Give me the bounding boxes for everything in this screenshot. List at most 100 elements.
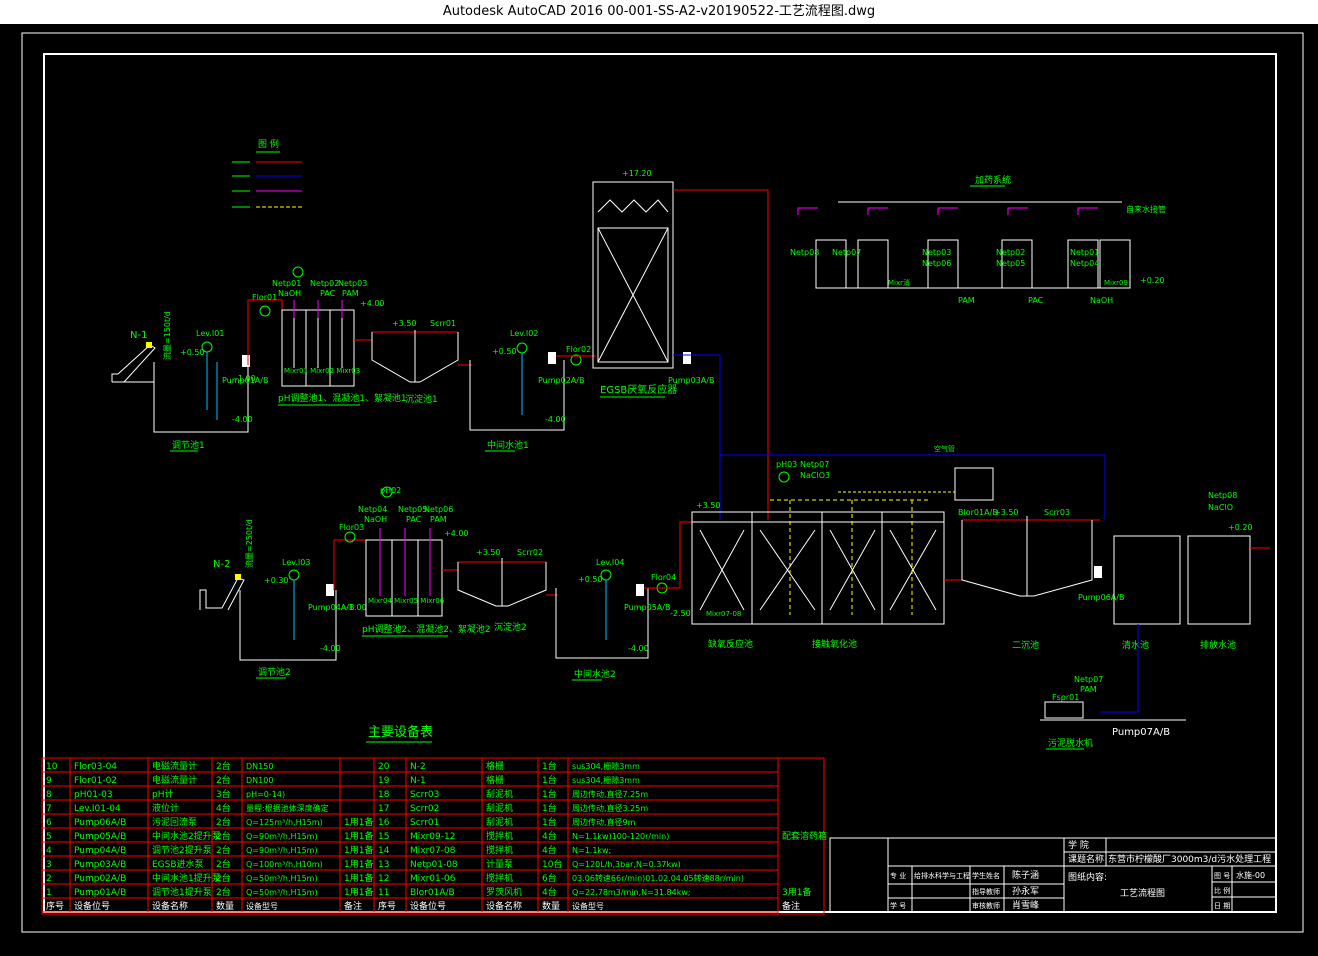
table-cell: 1台 <box>542 788 557 800</box>
blower-icon <box>954 467 994 501</box>
svg-text:清水池: 清水池 <box>1122 639 1149 651</box>
svg-text:PAM: PAM <box>430 515 447 524</box>
table-cell: 8 <box>46 790 52 800</box>
svg-text:pH调整池2、混凝池2、絮凝池2: pH调整池2、混凝池2、絮凝池2 <box>362 623 491 635</box>
svg-text:Blor01A/B: Blor01A/B <box>958 508 998 517</box>
svg-text:课题名称: 课题名称 <box>1068 853 1104 865</box>
svg-text:NaOH: NaOH <box>364 515 387 524</box>
svg-text:Netp06: Netp06 <box>922 259 951 268</box>
table-header-cell: 序号 <box>46 900 64 912</box>
table-cell: 2台 <box>216 774 231 786</box>
table-cell: 配套溶药箱 <box>782 830 827 842</box>
svg-text:Pump06A/B: Pump06A/B <box>1078 593 1124 602</box>
table-cell: Q=120L/h,3bar,N=0.37kw) <box>572 860 681 869</box>
table-cell: 量程:根据池体深度确定 <box>246 803 329 813</box>
table-cell: Q=90m³/h,H15m) <box>246 832 318 841</box>
svg-text:加药系统: 加药系统 <box>975 174 1011 186</box>
svg-text:工艺流程图: 工艺流程图 <box>1120 887 1165 899</box>
svg-text:+4.00: +4.00 <box>360 299 385 308</box>
table-cell: sus304,栅隙3mm <box>572 761 640 771</box>
svg-text:Flor03: Flor03 <box>339 523 364 532</box>
svg-text:+3.50: +3.50 <box>696 501 721 510</box>
svg-text:Pump03A/B: Pump03A/B <box>668 376 714 385</box>
drawing-canvas[interactable]: 图 例 N-1 流量=150t/d +0.50 -1.00 -4.00 调节池1… <box>0 24 1318 952</box>
svg-text:-4.00: -4.00 <box>628 644 649 653</box>
table-cell: pH=0-14) <box>246 790 285 799</box>
table-cell: Pump02A/B <box>74 874 126 884</box>
tank-mid1: 中间水池1 <box>487 439 529 451</box>
table-header-cell: 设备位号 <box>74 900 110 912</box>
table-cell: 搅拌机 <box>486 844 513 856</box>
svg-text:-4.00: -4.00 <box>545 415 566 424</box>
svg-text:PAM: PAM <box>958 296 975 305</box>
svg-text:Netp05: Netp05 <box>398 505 427 514</box>
svg-text:-4.00: -4.00 <box>320 644 341 653</box>
table-cell: Pump04A/B <box>74 846 126 856</box>
table-cell: Flor03-04 <box>74 762 117 772</box>
tank-collect1: 调节池1 <box>172 439 205 451</box>
table-cell: 2台 <box>216 872 231 884</box>
svg-text:孙永军: 孙永军 <box>1012 885 1039 897</box>
table-cell: Scrr02 <box>410 804 439 814</box>
svg-text:指导教师: 指导教师 <box>972 887 1000 896</box>
table-cell: 7 <box>46 804 52 814</box>
svg-text:Mixr09: Mixr09 <box>1104 279 1128 287</box>
table-cell: 19 <box>378 776 390 786</box>
table-cell: 1用1备 <box>344 858 373 870</box>
table-cell: 5 <box>46 832 52 842</box>
svg-text:学 号: 学 号 <box>890 901 906 910</box>
table-cell: 4台 <box>542 830 557 842</box>
svg-text:Mixr07-08: Mixr07-08 <box>706 610 741 618</box>
table-cell: Pump03A/B <box>74 860 126 870</box>
table-cell: Mixr07-08 <box>410 846 456 856</box>
table-cell: 16 <box>378 818 390 828</box>
table-cell: 1 <box>46 888 52 898</box>
svg-text:PAC: PAC <box>406 515 422 524</box>
svg-text:空气管: 空气管 <box>934 444 955 453</box>
svg-text:Netp03: Netp03 <box>338 279 367 288</box>
svg-text:Flor02: Flor02 <box>566 345 591 354</box>
svg-text:-4.00: -4.00 <box>232 415 253 424</box>
svg-text:Netp07: Netp07 <box>800 460 829 469</box>
svg-text:PAC: PAC <box>1028 296 1044 305</box>
table-cell: 周边传动,直径9m <box>572 817 636 827</box>
svg-text:审核教师: 审核教师 <box>972 901 1000 910</box>
svg-text:-2.50: -2.50 <box>670 609 691 618</box>
table-cell: 4台 <box>216 802 231 814</box>
table-cell: Scrr01 <box>410 818 439 828</box>
svg-text:-1.00: -1.00 <box>346 603 367 612</box>
legend: 图 例 <box>232 138 302 208</box>
table-cell: 6 <box>46 818 52 828</box>
table-cell: 调节池1提升泵 <box>152 886 212 898</box>
table-cell: Mixr01-06 <box>410 874 456 884</box>
svg-text:Netp06: Netp06 <box>424 505 453 514</box>
table-cell: 3台 <box>216 788 231 800</box>
egsb-label: EGSB厌氧反应器 <box>600 383 677 396</box>
svg-text:流量=250t/d: 流量=250t/d <box>244 519 254 568</box>
svg-text:Scrr01: Scrr01 <box>430 319 456 328</box>
table-cell: 10台 <box>542 858 562 870</box>
svg-text:+3.50: +3.50 <box>392 319 417 328</box>
table-cell: pH01-03 <box>74 790 113 800</box>
table-cell: 3用1备 <box>782 886 811 898</box>
table-cell: Lev.I01-04 <box>74 804 121 814</box>
svg-text:Netp05: Netp05 <box>996 259 1025 268</box>
tank-sed1: 沉淀池1 <box>405 393 438 405</box>
svg-text:Mixr04 Mixr05 Mixr06: Mixr04 Mixr05 Mixr06 <box>368 597 445 605</box>
bio-reactor <box>691 511 945 625</box>
table-cell: 1台 <box>542 774 557 786</box>
table-cell: 1台 <box>542 802 557 814</box>
svg-text:Lev.I01: Lev.I01 <box>196 329 224 338</box>
svg-text:Netp08: Netp08 <box>790 248 819 257</box>
svg-text:Flor04: Flor04 <box>651 573 676 582</box>
n1-rate: 流量=150t/d <box>162 311 172 360</box>
table-cell: Q=90m³/h,H15m) <box>246 846 318 855</box>
table-cell: 电磁流量计 <box>152 774 197 786</box>
table-cell: 03.06转速66r/min)01.02.04.05转速88r/min) <box>572 873 744 883</box>
table-cell: Q=125m³/h,H15m) <box>246 818 323 827</box>
svg-text:NaClO: NaClO <box>1208 503 1233 512</box>
svg-text:二沉池: 二沉池 <box>1012 639 1039 651</box>
svg-text:Pump01A/B: Pump01A/B <box>222 376 268 385</box>
table-cell: 电磁流量计 <box>152 760 197 772</box>
screen-icon <box>146 342 152 348</box>
